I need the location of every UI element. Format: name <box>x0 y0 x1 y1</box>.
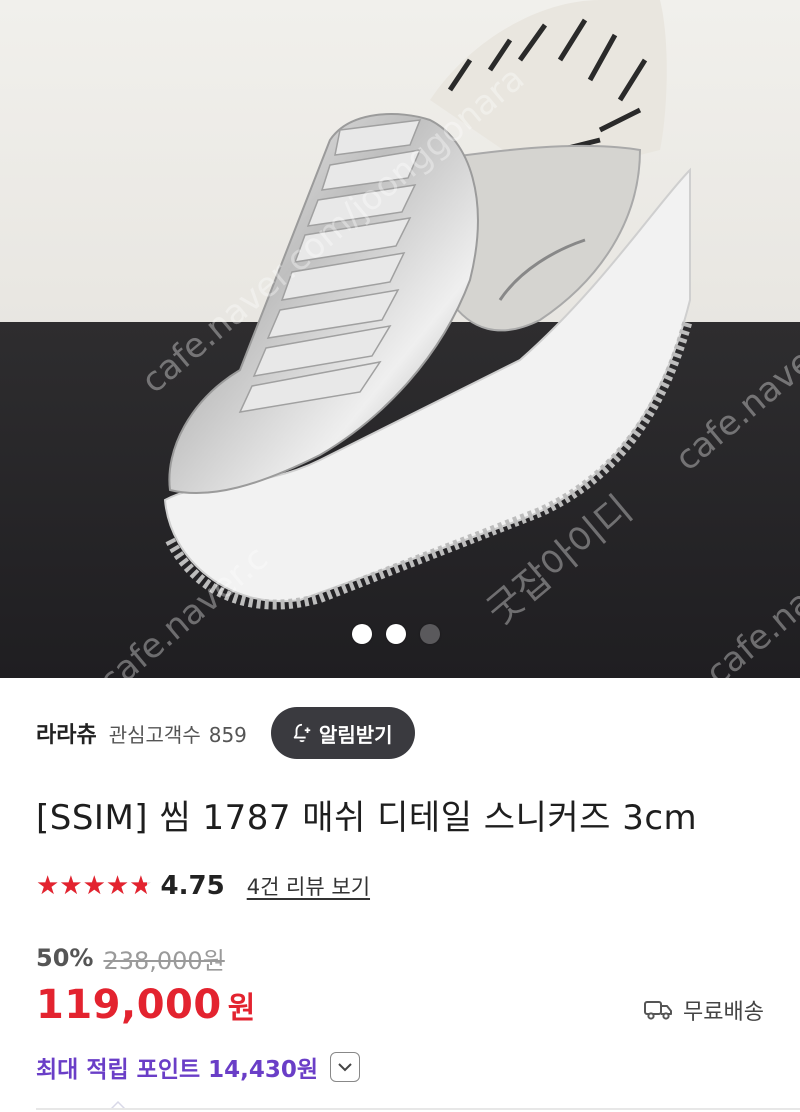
carousel-indicator <box>352 624 440 644</box>
seller-name[interactable]: 라라츄 <box>36 717 97 749</box>
carousel-dot[interactable] <box>386 624 406 644</box>
shipping-info: 무료배송 <box>643 994 764 1026</box>
shipping-label: 무료배송 <box>683 1000 764 1025</box>
divider <box>36 1108 800 1110</box>
carousel-dot[interactable] <box>420 624 440 644</box>
max-points: 최대 적립 포인트 14,430원 <box>36 1057 319 1083</box>
review-link[interactable]: 4건 리뷰 보기 <box>247 871 370 901</box>
sneaker-illustration <box>163 0 693 610</box>
carousel-dot[interactable] <box>352 624 372 644</box>
chevron-down-icon <box>338 1063 352 1072</box>
followers-label: 관심고객수 <box>108 722 201 747</box>
product-title: [SSIM] 씸 1787 매쉬 디테일 스니커즈 3cm <box>36 798 698 838</box>
truck-icon <box>644 1001 673 1020</box>
notify-button-label: 알림받기 <box>318 722 393 747</box>
original-price: 238,000원 <box>103 946 225 975</box>
currency-unit: 원 <box>227 991 256 1026</box>
followers-info: 관심고객수 859 <box>109 719 247 748</box>
star-rating-icon: ★★★★★ ★★★★★ <box>36 871 153 901</box>
price-row: 119,000 원 <box>36 982 255 1028</box>
points-expand-button[interactable] <box>330 1052 361 1082</box>
rating-score: 4.75 <box>160 871 225 901</box>
rating-row: ★★★★★ ★★★★★ 4.75 4건 리뷰 보기 <box>36 868 370 904</box>
bell-plus-icon <box>293 723 311 743</box>
discount-row: 50% 238,000원 <box>36 940 225 976</box>
notify-button[interactable]: 알림받기 <box>270 707 415 759</box>
seller-row: 라라츄 관심고객수 859 알림받기 <box>36 706 415 760</box>
followers-count: 859 <box>208 722 247 747</box>
points-row[interactable]: 최대 적립 포인트 14,430원 <box>36 1050 361 1084</box>
discount-rate: 50% <box>36 944 94 972</box>
sale-price: 119,000 <box>36 982 222 1028</box>
product-image[interactable]: cafe.naver.com/joonggonara 굿잡아이디 cafe.na… <box>0 0 800 678</box>
